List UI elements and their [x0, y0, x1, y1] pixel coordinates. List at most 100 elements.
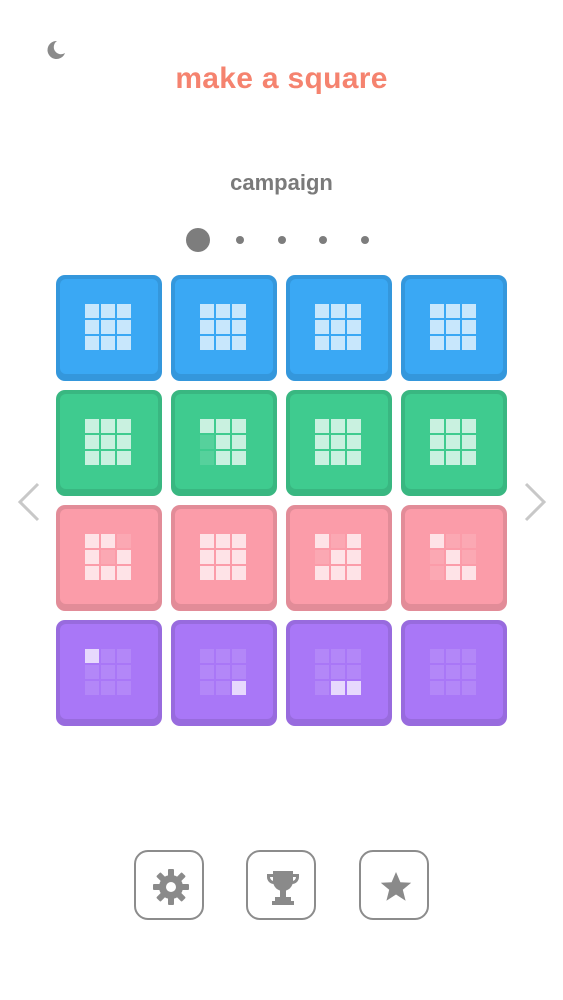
level-tile[interactable]: [56, 620, 162, 726]
level-tile[interactable]: [401, 275, 507, 381]
level-pattern: [200, 649, 248, 697]
pattern-cell: [430, 435, 444, 449]
page-dot[interactable]: [319, 236, 327, 244]
pattern-cell: [446, 419, 460, 433]
level-tile[interactable]: [56, 390, 162, 496]
level-pattern: [200, 419, 248, 467]
pattern-cell: [347, 534, 361, 548]
pattern-cell: [117, 534, 131, 548]
pattern-cell: [216, 550, 230, 564]
pattern-cell: [347, 665, 361, 679]
level-tile[interactable]: [171, 505, 277, 611]
pattern-cell: [446, 435, 460, 449]
pattern-cell: [117, 336, 131, 350]
pattern-cell: [430, 681, 444, 695]
pattern-cell: [216, 649, 230, 663]
pattern-cell: [315, 665, 329, 679]
pattern-cell: [232, 419, 246, 433]
settings-button[interactable]: [134, 850, 204, 920]
pattern-cell: [200, 566, 214, 580]
level-tile[interactable]: [56, 275, 162, 381]
star-icon: [380, 872, 412, 901]
pattern-cell: [430, 534, 444, 548]
pattern-cell: [101, 566, 115, 580]
chevron-right-icon[interactable]: [520, 480, 550, 524]
pattern-cell: [200, 336, 214, 350]
level-tile[interactable]: [286, 620, 392, 726]
pattern-cell: [446, 665, 460, 679]
level-tile[interactable]: [286, 275, 392, 381]
pattern-cell: [331, 451, 345, 465]
level-tile[interactable]: [56, 505, 162, 611]
pattern-cell: [430, 649, 444, 663]
level-pattern: [85, 534, 133, 582]
pattern-cell: [347, 566, 361, 580]
achievements-button[interactable]: [246, 850, 316, 920]
pattern-cell: [232, 435, 246, 449]
pattern-cell: [216, 534, 230, 548]
pattern-cell: [462, 534, 476, 548]
level-tile[interactable]: [401, 390, 507, 496]
level-pattern: [200, 304, 248, 352]
level-pattern: [315, 649, 363, 697]
level-pattern: [430, 534, 478, 582]
level-tile[interactable]: [401, 505, 507, 611]
page-dot[interactable]: [186, 228, 210, 252]
pattern-cell: [462, 320, 476, 334]
gear-icon: [153, 869, 189, 905]
pattern-cell: [331, 419, 345, 433]
pattern-cell: [101, 550, 115, 564]
pattern-cell: [200, 665, 214, 679]
mode-label: campaign: [230, 170, 333, 195]
pattern-cell: [446, 451, 460, 465]
pattern-cell: [331, 336, 345, 350]
page-dot[interactable]: [236, 236, 244, 244]
pattern-cell: [216, 566, 230, 580]
pattern-cell: [216, 665, 230, 679]
pattern-cell: [315, 550, 329, 564]
pattern-cell: [446, 534, 460, 548]
moon-icon[interactable]: [44, 38, 68, 62]
pattern-cell: [117, 665, 131, 679]
pattern-cell: [430, 320, 444, 334]
pattern-cell: [446, 681, 460, 695]
pattern-cell: [200, 649, 214, 663]
pattern-cell: [101, 665, 115, 679]
pattern-cell: [85, 566, 99, 580]
level-grid: [56, 275, 508, 727]
pattern-cell: [85, 451, 99, 465]
pattern-cell: [315, 534, 329, 548]
level-tile[interactable]: [286, 505, 392, 611]
pattern-cell: [430, 304, 444, 318]
pattern-cell: [331, 649, 345, 663]
pattern-cell: [200, 320, 214, 334]
page-dot[interactable]: [361, 236, 369, 244]
pattern-cell: [331, 435, 345, 449]
level-tile[interactable]: [286, 390, 392, 496]
pattern-cell: [117, 681, 131, 695]
pattern-cell: [232, 451, 246, 465]
pattern-cell: [232, 566, 246, 580]
pattern-cell: [347, 435, 361, 449]
level-pattern: [85, 304, 133, 352]
chevron-left-icon[interactable]: [14, 480, 44, 524]
favorites-button[interactable]: [359, 850, 429, 920]
level-tile[interactable]: [401, 620, 507, 726]
page-indicator: [0, 228, 563, 252]
pattern-cell: [462, 550, 476, 564]
level-tile[interactable]: [171, 275, 277, 381]
pattern-cell: [85, 320, 99, 334]
trophy-icon: [267, 871, 299, 905]
pattern-cell: [216, 304, 230, 318]
level-tile[interactable]: [171, 390, 277, 496]
level-tile[interactable]: [171, 620, 277, 726]
page-dot[interactable]: [278, 236, 286, 244]
pattern-cell: [315, 320, 329, 334]
pattern-cell: [216, 451, 230, 465]
pattern-cell: [446, 320, 460, 334]
pattern-cell: [315, 649, 329, 663]
app-title: make a square: [175, 62, 388, 95]
pattern-cell: [430, 336, 444, 350]
pattern-cell: [101, 451, 115, 465]
pattern-cell: [85, 336, 99, 350]
